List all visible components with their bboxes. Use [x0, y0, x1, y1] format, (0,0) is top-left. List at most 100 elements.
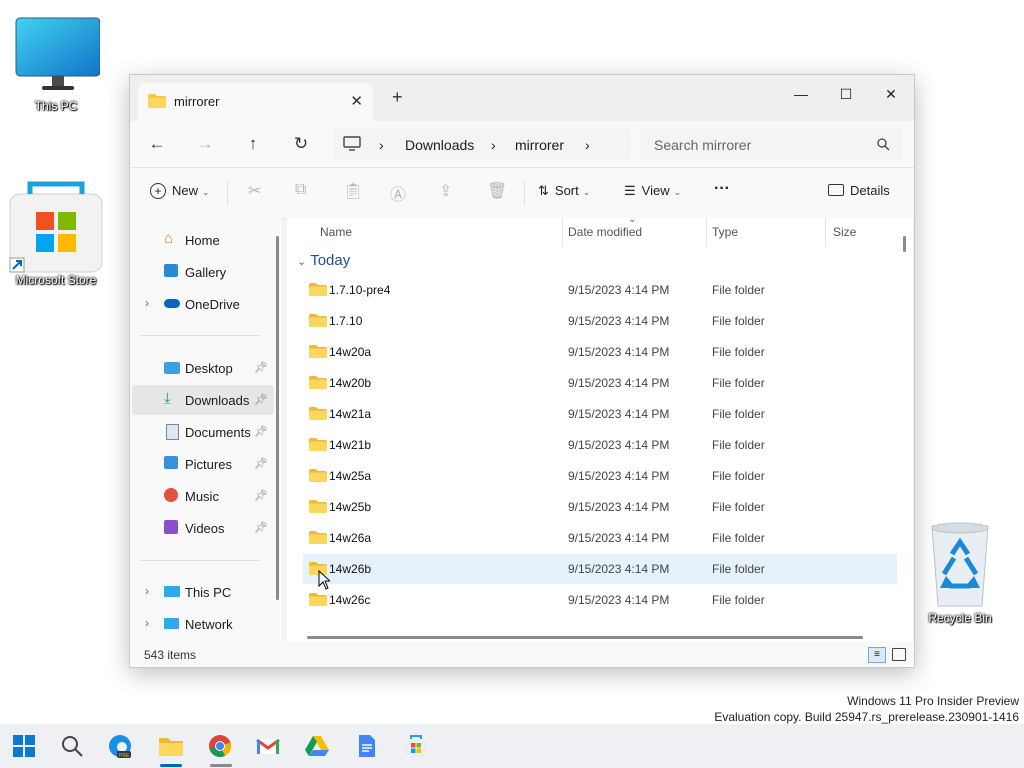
table-row[interactable]: 14w21a 9/15/2023 4:14 PM File folder — [303, 399, 897, 429]
details-pane-icon — [828, 184, 844, 196]
table-row[interactable]: 14w21b 9/15/2023 4:14 PM File folder — [303, 430, 897, 460]
pin-icon[interactable]: 📌︎ — [254, 521, 268, 534]
file-type: File folder — [712, 407, 765, 421]
start-icon[interactable] — [12, 734, 36, 758]
sidebar-item-this-pc[interactable]: › This PC — [132, 577, 274, 607]
sidebar-item-network[interactable]: › Network — [132, 609, 274, 639]
folder-icon — [309, 314, 327, 327]
pin-icon[interactable]: 📌︎ — [254, 425, 268, 438]
file-name: 14w26a — [329, 531, 372, 545]
maximize-button[interactable]: ☐ — [823, 79, 869, 109]
sidebar-item-gallery[interactable]: Gallery — [132, 257, 274, 287]
new-tab-button[interactable]: + — [392, 87, 403, 108]
cut-icon[interactable]: ✂ — [248, 181, 261, 201]
address-bar[interactable]: › Downloads › mirrorer › — [333, 128, 631, 160]
table-row[interactable]: 14w26a 9/15/2023 4:14 PM File folder — [303, 523, 897, 553]
column-header-type[interactable]: Type — [712, 225, 738, 253]
rename-icon[interactable]: Ⓐ — [390, 181, 406, 205]
group-header-today[interactable]: ⌄ Today — [297, 252, 350, 269]
desktop-icon-recycle-bin[interactable]: Recycle Bin — [912, 520, 1008, 625]
column-header-size[interactable]: Size — [833, 225, 856, 253]
folder-icon — [309, 407, 327, 420]
sidebar-item-music[interactable]: Music 📌︎ — [132, 481, 274, 511]
file-date: 9/15/2023 4:14 PM — [568, 314, 670, 328]
more-options-button[interactable]: ··· — [714, 180, 730, 198]
vertical-scrollbar[interactable] — [903, 236, 906, 252]
share-icon[interactable]: ⇪ — [439, 181, 452, 201]
search-input[interactable]: Search mirrorer — [640, 128, 902, 160]
edge-beta-icon[interactable]: PRE — [108, 734, 132, 759]
active-app-indicator — [160, 764, 182, 767]
new-button[interactable]: + New ⌄ — [150, 183, 210, 199]
column-header-name[interactable]: Name — [320, 225, 352, 253]
sidebar-item-label: Music — [185, 489, 219, 504]
pin-icon[interactable]: 📌︎ — [254, 393, 268, 406]
copy-icon[interactable]: ⧉ — [295, 181, 306, 199]
delete-icon[interactable]: 🗑︎ — [487, 181, 507, 201]
file-type: File folder — [712, 500, 765, 514]
file-explorer-icon[interactable] — [158, 734, 183, 758]
column-header-date-modified[interactable]: Date modified — [568, 225, 642, 253]
google-drive-icon[interactable] — [305, 734, 329, 758]
sidebar-item-desktop[interactable]: Desktop 📌︎ — [132, 353, 274, 383]
breadcrumb-mirrorer[interactable]: mirrorer — [515, 137, 564, 153]
title-bar[interactable]: mirrorer ✕ + — ☐ ✕ — [130, 75, 914, 121]
refresh-icon[interactable]: ↻ — [286, 131, 316, 157]
sidebar-item-label: Desktop — [185, 361, 233, 376]
pin-icon[interactable]: 📌︎ — [254, 457, 268, 470]
taskbar: PRE — [0, 724, 1024, 768]
breadcrumb-downloads[interactable]: Downloads — [405, 137, 474, 153]
table-row[interactable]: 14w25a 9/15/2023 4:14 PM File folder — [303, 461, 897, 491]
close-button[interactable]: ✕ — [868, 79, 914, 109]
file-explorer-window: mirrorer ✕ + — ☐ ✕ ← → ↑ ↻ › Downloads ›… — [129, 74, 915, 668]
sidebar-item-documents[interactable]: Documents 📌︎ — [132, 417, 274, 447]
sidebar-item-label: This PC — [185, 585, 232, 600]
nav-scrollbar[interactable] — [276, 236, 279, 600]
details-button[interactable]: Details — [828, 183, 890, 198]
sidebar-item-onedrive[interactable]: › OneDrive — [132, 289, 274, 319]
table-row[interactable]: 14w26c 9/15/2023 4:14 PM File folder — [303, 585, 897, 615]
desktop-icon-this-pc[interactable]: This PC — [8, 16, 104, 113]
pin-icon[interactable]: 📌︎ — [254, 361, 268, 374]
tiles-view-icon[interactable] — [892, 648, 906, 661]
desktop-folder-icon — [164, 362, 180, 374]
close-tab-icon[interactable]: ✕ — [350, 92, 363, 110]
tab-label: mirrorer — [174, 94, 220, 109]
chevron-right-icon: › — [491, 137, 496, 153]
pin-icon[interactable]: 📌︎ — [254, 489, 268, 502]
file-date: 9/15/2023 4:14 PM — [568, 407, 670, 421]
search-icon[interactable] — [60, 734, 84, 758]
sidebar-item-home[interactable]: ⌂ Home — [132, 225, 274, 255]
paste-icon[interactable]: 📋︎ — [343, 181, 363, 201]
google-docs-icon[interactable] — [355, 734, 379, 758]
table-row[interactable]: 1.7.10 9/15/2023 4:14 PM File folder — [303, 306, 897, 336]
view-button[interactable]: ☰ View ⌄ — [624, 183, 681, 199]
folder-icon — [148, 94, 166, 108]
store-icon[interactable] — [404, 734, 428, 758]
monitor-icon — [15, 17, 101, 90]
file-name: 14w21b — [329, 438, 372, 452]
sidebar-item-downloads[interactable]: ⤓ Downloads 📌︎ — [132, 385, 274, 415]
tab-mirrorer[interactable]: mirrorer ✕ — [138, 83, 373, 121]
back-arrow-icon[interactable]: ← — [142, 131, 172, 157]
sidebar-item-videos[interactable]: Videos 📌︎ — [132, 513, 274, 543]
gmail-icon[interactable] — [256, 734, 280, 758]
table-row[interactable]: 14w20b 9/15/2023 4:14 PM File folder — [303, 368, 897, 398]
horizontal-scrollbar[interactable] — [307, 636, 863, 639]
table-row[interactable]: 1.7.10-pre4 9/15/2023 4:14 PM File folder — [303, 275, 897, 305]
computer-icon — [343, 136, 361, 151]
file-type: File folder — [712, 314, 765, 328]
up-arrow-icon[interactable]: ↑ — [238, 131, 268, 157]
this-pc-icon — [164, 586, 180, 597]
desktop-icon-microsoft-store[interactable]: Microsoft Store — [8, 178, 104, 287]
sidebar-item-pictures[interactable]: Pictures 📌︎ — [132, 449, 274, 479]
chrome-icon[interactable] — [208, 734, 232, 758]
command-bar: + New ⌄ ✂ ⧉ 📋︎ Ⓐ ⇪ 🗑︎ ⇅ Sort ⌄ ☰ View ⌄ ··· De… — [130, 167, 914, 219]
minimize-button[interactable]: — — [778, 79, 824, 109]
table-row[interactable]: 14w20a 9/15/2023 4:14 PM File folder — [303, 337, 897, 367]
table-row[interactable]: 14w25b 9/15/2023 4:14 PM File folder — [303, 492, 897, 522]
forward-arrow-icon[interactable]: → — [190, 131, 220, 157]
sort-button[interactable]: ⇅ Sort ⌄ — [538, 183, 590, 199]
details-view-icon[interactable]: ≡ — [868, 647, 886, 663]
table-row[interactable]: 14w26b 9/15/2023 4:14 PM File folder — [303, 554, 897, 584]
